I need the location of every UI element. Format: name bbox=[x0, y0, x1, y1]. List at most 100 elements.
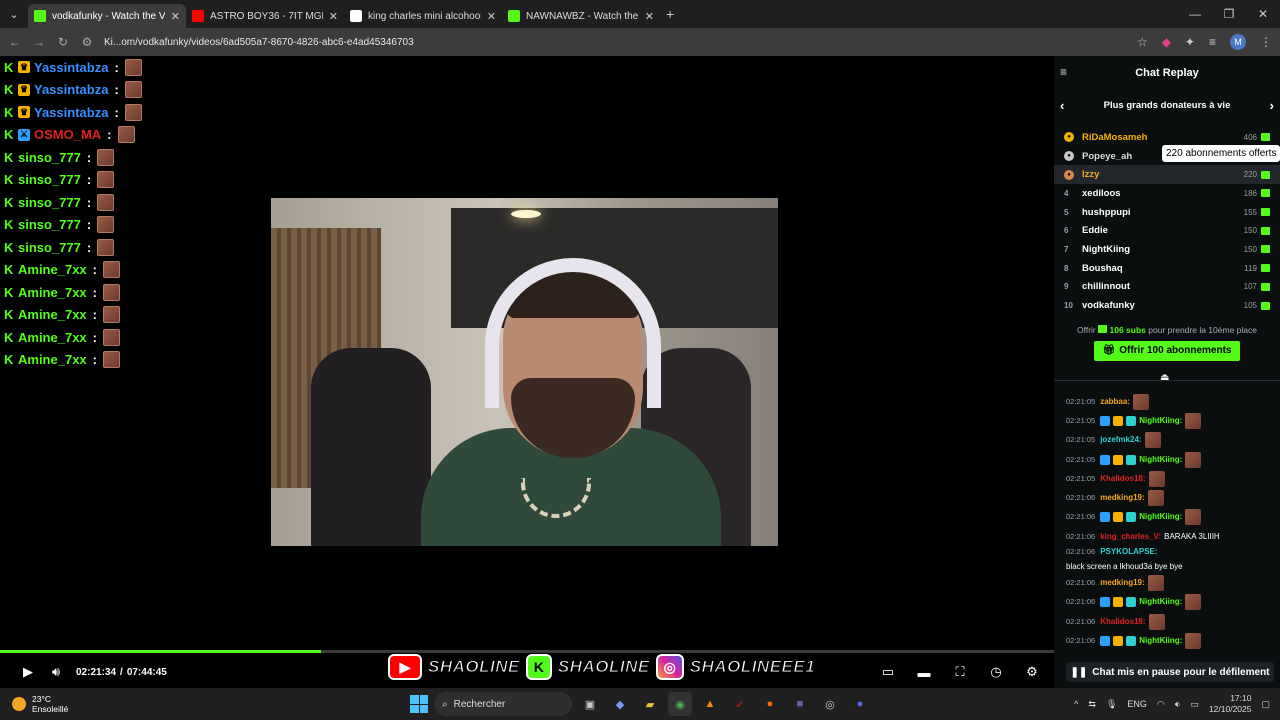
bookmark-star-icon[interactable]: ☆ bbox=[1137, 35, 1148, 49]
clip-icon[interactable]: ▭ bbox=[874, 658, 902, 686]
profile-avatar[interactable]: M bbox=[1230, 34, 1246, 50]
message-username[interactable]: Khalidos18: bbox=[1100, 473, 1145, 485]
scroll-up-icon[interactable]: ⏏ bbox=[1160, 372, 1169, 383]
message-username[interactable]: medking19: bbox=[1100, 492, 1144, 504]
reload-icon[interactable]: ↻ bbox=[56, 35, 70, 49]
close-tab-icon[interactable]: ✕ bbox=[171, 10, 180, 23]
close-tab-icon[interactable]: ✕ bbox=[645, 10, 654, 23]
search-placeholder: Rechercher bbox=[453, 698, 506, 710]
donor-row[interactable]: 5 hushppupi 155 bbox=[1054, 203, 1280, 222]
collapse-chat-icon[interactable]: ≡ bbox=[1060, 65, 1067, 79]
browser-tab[interactable]: king charles mini alcohool - Re ✕ bbox=[344, 4, 502, 28]
windows-start-icon[interactable] bbox=[410, 695, 428, 713]
app-red-icon[interactable]: ✓ bbox=[728, 692, 752, 716]
chat-paused-button[interactable]: ❚❚ Chat mis en pause pour le défilement bbox=[1066, 662, 1274, 682]
overlay-chat-username: OSMO_MA bbox=[34, 127, 102, 143]
crown-icon: ♛ bbox=[18, 106, 30, 119]
donor-row[interactable]: ● Izzy 220 bbox=[1054, 165, 1280, 185]
overlay-chat-line: Ksinso_777: bbox=[4, 191, 142, 214]
wifi-icon[interactable]: ◠ bbox=[1157, 699, 1165, 710]
donor-row[interactable]: 8 Boushaq 119 bbox=[1054, 259, 1280, 278]
message-username[interactable]: NightKiing: bbox=[1139, 415, 1182, 427]
forward-icon[interactable]: → bbox=[32, 35, 46, 49]
donor-row[interactable]: 9 chillinnout 107 bbox=[1054, 278, 1280, 297]
restore-icon[interactable]: ❐ bbox=[1212, 0, 1246, 28]
discord-icon[interactable]: ● bbox=[848, 692, 872, 716]
site-info-icon[interactable]: ⚙ bbox=[80, 35, 94, 49]
message-username[interactable]: king_charles_V: bbox=[1100, 531, 1161, 543]
message-text: BARAKA 3LIIIH bbox=[1164, 531, 1220, 541]
minimize-icon[interactable]: — bbox=[1178, 0, 1212, 28]
gift-sub-icon bbox=[1126, 454, 1137, 465]
browser-tab[interactable]: ASTRO BOY36 - 7IT MGHARBA ✕ bbox=[186, 4, 344, 28]
donor-row[interactable]: 6 Eddie 150 bbox=[1054, 221, 1280, 240]
steam-icon[interactable]: ◎ bbox=[818, 692, 842, 716]
reading-list-icon[interactable]: ≡ bbox=[1209, 35, 1216, 49]
playback-speed-icon[interactable]: ◷ bbox=[982, 658, 1010, 686]
chevron-right-icon[interactable]: › bbox=[1270, 98, 1274, 113]
tray-overflow-icon[interactable]: ^ bbox=[1074, 699, 1078, 709]
play-icon[interactable]: ▶ bbox=[14, 658, 42, 686]
browser-menu-icon[interactable]: ⋮ bbox=[1260, 35, 1272, 49]
extension-icon[interactable]: ◆ bbox=[1162, 35, 1171, 49]
microphone-icon[interactable]: 🎙︎ bbox=[1106, 699, 1117, 710]
emote-icon bbox=[97, 193, 115, 211]
donor-row[interactable]: 4 xediloos 186 bbox=[1054, 184, 1280, 203]
overlay-chat-username: sinso_777 bbox=[18, 239, 81, 255]
message-username[interactable]: NightKiing: bbox=[1139, 635, 1182, 647]
language-indicator[interactable]: ENG bbox=[1127, 699, 1147, 709]
vlc-icon[interactable]: ▲ bbox=[698, 692, 722, 716]
taskbar-search[interactable]: ⌕ Rechercher bbox=[434, 692, 572, 716]
donor-row[interactable]: 7 NightKiing 150 bbox=[1054, 240, 1280, 259]
network-icon[interactable]: ⇆ bbox=[1088, 699, 1096, 710]
donors-header: ‹ Plus grands donateurs à vie › bbox=[1054, 90, 1280, 120]
file-explorer-icon[interactable]: ▰ bbox=[638, 692, 662, 716]
chevron-left-icon[interactable]: ‹ bbox=[1060, 98, 1064, 113]
weather-widget[interactable]: 23°C Ensoleillé bbox=[12, 694, 68, 714]
message-username[interactable]: NightKiing: bbox=[1139, 511, 1182, 523]
close-window-icon[interactable]: ✕ bbox=[1246, 0, 1280, 28]
new-tab-icon[interactable]: + bbox=[666, 6, 674, 22]
overlay-chat-username: Amine_7xx bbox=[18, 307, 87, 323]
emote-icon bbox=[97, 171, 115, 189]
theater-mode-icon[interactable]: ▬ bbox=[910, 658, 938, 686]
message-username[interactable]: Khalidos18: bbox=[1100, 616, 1145, 628]
message-username[interactable]: NightKiing: bbox=[1139, 596, 1182, 608]
donor-row[interactable]: 10 vodkafunky 105 bbox=[1054, 296, 1280, 315]
gift-icon[interactable] bbox=[1261, 170, 1270, 179]
gift-icon bbox=[1261, 189, 1270, 198]
message-username[interactable]: jozefmk24: bbox=[1100, 434, 1141, 446]
tab-search-menu-icon[interactable]: ⌄ bbox=[0, 0, 28, 28]
battery-icon[interactable]: ▭ bbox=[1190, 699, 1199, 710]
donor-row[interactable]: ● RiDaMosameh 406 bbox=[1054, 128, 1280, 147]
offer-subs-button[interactable]: 🎁︎ Offrir 100 abonnements bbox=[1094, 340, 1240, 361]
volume-icon[interactable]: 🔊︎ bbox=[42, 658, 70, 686]
close-tab-icon[interactable]: ✕ bbox=[329, 10, 338, 23]
chrome-icon[interactable]: ◉ bbox=[668, 692, 692, 716]
settings-icon[interactable]: ⚙ bbox=[1018, 658, 1046, 686]
close-tab-icon[interactable]: ✕ bbox=[487, 10, 496, 23]
extensions-puzzle-icon[interactable]: ✦ bbox=[1185, 35, 1195, 49]
fullscreen-icon[interactable]: ⛶ bbox=[946, 658, 974, 686]
notifications-icon[interactable]: ▢ bbox=[1261, 699, 1270, 710]
offer-text: Offrir 106 subs pour prendre la 10ème pl… bbox=[1054, 324, 1280, 335]
back-icon[interactable]: ← bbox=[8, 35, 22, 49]
task-view-icon[interactable]: ▣ bbox=[578, 692, 602, 716]
emote-icon bbox=[1148, 470, 1165, 487]
url-field[interactable]: Ki...om/vodkafunky/videos/6ad505a7-8670-… bbox=[104, 37, 1127, 48]
copilot-icon[interactable]: ◆ bbox=[608, 692, 632, 716]
emote-icon bbox=[1185, 451, 1202, 468]
browser-tab[interactable]: NAWNAWBZ - Watch the VOD ✕ bbox=[502, 4, 660, 28]
overlay-chat-separator: : bbox=[92, 284, 97, 300]
video-player[interactable]: K ♛ Yassintabza: K ♛ Yassintabza: K ♛ Yassintabz… bbox=[0, 56, 1054, 688]
brave-icon[interactable]: ● bbox=[758, 692, 782, 716]
teams-icon[interactable]: ■ bbox=[788, 692, 812, 716]
volume-tray-icon[interactable]: 🔉︎ bbox=[1175, 699, 1181, 710]
clock[interactable]: 17:10 12/10/2025 bbox=[1209, 693, 1252, 715]
message-username[interactable]: medking19: bbox=[1100, 577, 1144, 589]
browser-tab[interactable]: vodkafunky - Watch the VOD o ✕ bbox=[28, 4, 186, 28]
donor-rank: 10 bbox=[1064, 301, 1073, 311]
message-username[interactable]: PSYKOLAPSE: bbox=[1100, 546, 1157, 558]
message-username[interactable]: zabbaa: bbox=[1100, 396, 1130, 408]
message-username[interactable]: NightKiing: bbox=[1139, 454, 1182, 466]
